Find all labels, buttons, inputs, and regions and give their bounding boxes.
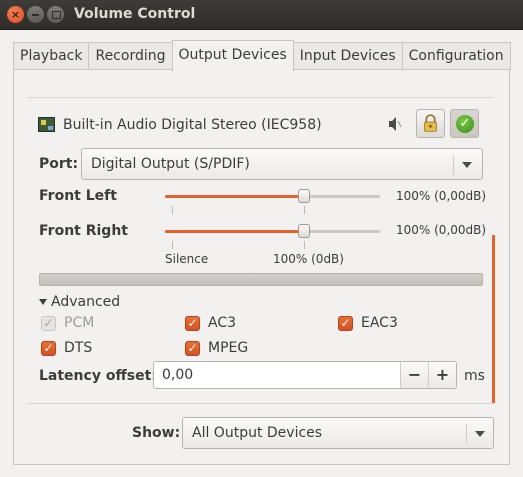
port-select[interactable]: Digital Output (S/PDIF) <box>81 148 483 180</box>
volume-value-front-right: 100% (0,00dB) <box>396 223 487 237</box>
divider <box>28 97 494 98</box>
tab-playback[interactable]: Playback <box>13 42 90 70</box>
checkbox-box: ✓ <box>185 341 200 356</box>
check-icon: ✓ <box>456 115 474 133</box>
close-icon[interactable]: × <box>7 6 24 23</box>
checkbox-label: DTS <box>64 340 93 356</box>
checkbox-label: EAC3 <box>361 315 398 331</box>
volume-slider-front-left[interactable] <box>298 189 310 203</box>
scale-label-silence: Silence <box>165 252 209 266</box>
sound-card-icon <box>38 117 55 132</box>
lock-channels-button[interactable] <box>416 109 445 138</box>
show-filter-value: All Output Devices <box>192 425 323 441</box>
tab-recording[interactable]: Recording <box>88 42 173 70</box>
latency-unit: ms <box>464 368 485 384</box>
channel-label-front-right: Front Right <box>39 223 128 239</box>
maximize-icon[interactable] <box>47 6 64 23</box>
port-value: Digital Output (S/PDIF) <box>91 156 250 172</box>
triangle-down-icon <box>39 299 47 305</box>
scale-label-normal: 100% (0dB) <box>273 252 344 266</box>
tab-input-devices[interactable]: Input Devices <box>292 42 403 70</box>
lock-icon <box>423 114 438 132</box>
chevron-down-icon <box>462 162 472 168</box>
tick <box>172 206 173 214</box>
checkbox-box: ✓ <box>41 316 56 331</box>
channel-label-front-left: Front Left <box>39 188 117 204</box>
chevron-down-icon <box>475 431 485 437</box>
scrollbar[interactable] <box>492 235 495 403</box>
speaker-muted-icon[interactable] <box>387 115 403 133</box>
port-label: Port: <box>39 156 79 172</box>
window-title: Volume Control <box>74 6 196 22</box>
checkbox-label: AC3 <box>208 315 237 331</box>
latency-label: Latency offset: <box>39 368 157 384</box>
volume-value-front-left: 100% (0,00dB) <box>396 189 487 203</box>
divider <box>28 403 494 404</box>
tick <box>304 241 305 249</box>
show-filter-select[interactable]: All Output Devices <box>182 417 494 449</box>
slider-fill <box>165 230 304 233</box>
device-name: Built-in Audio Digital Stereo (IEC958) <box>63 117 322 133</box>
tick <box>304 206 305 214</box>
latency-offset-input[interactable]: 0,00 <box>162 367 193 383</box>
checkbox-box: ✓ <box>185 316 200 331</box>
tab-configuration[interactable]: Configuration <box>401 42 511 70</box>
checkbox-label: MPEG <box>208 340 249 356</box>
advanced-label: Advanced <box>51 294 121 310</box>
volume-slider-front-right[interactable] <box>298 224 310 238</box>
title-bar: × Volume Control <box>0 0 523 30</box>
combo-divider <box>453 155 454 175</box>
latency-offset-spinner[interactable]: 0,00 − + <box>153 361 457 389</box>
peak-level-bar <box>39 273 483 286</box>
set-default-button[interactable]: ✓ <box>450 109 479 138</box>
tick <box>172 241 173 249</box>
minimize-icon[interactable] <box>27 6 44 23</box>
checkbox-box: ✓ <box>338 316 353 331</box>
slider-fill <box>165 195 304 198</box>
combo-divider <box>466 424 467 444</box>
checkbox-box: ✓ <box>41 341 56 356</box>
tab-output-devices[interactable]: Output Devices <box>171 40 294 71</box>
advanced-expander[interactable]: Advanced <box>39 294 120 310</box>
tab-bar: Playback Recording Output Devices Input … <box>13 40 511 71</box>
checkbox-label: PCM <box>64 315 95 331</box>
decrement-button[interactable]: − <box>400 362 428 388</box>
increment-button[interactable]: + <box>428 362 456 388</box>
show-label: Show: <box>132 425 181 441</box>
